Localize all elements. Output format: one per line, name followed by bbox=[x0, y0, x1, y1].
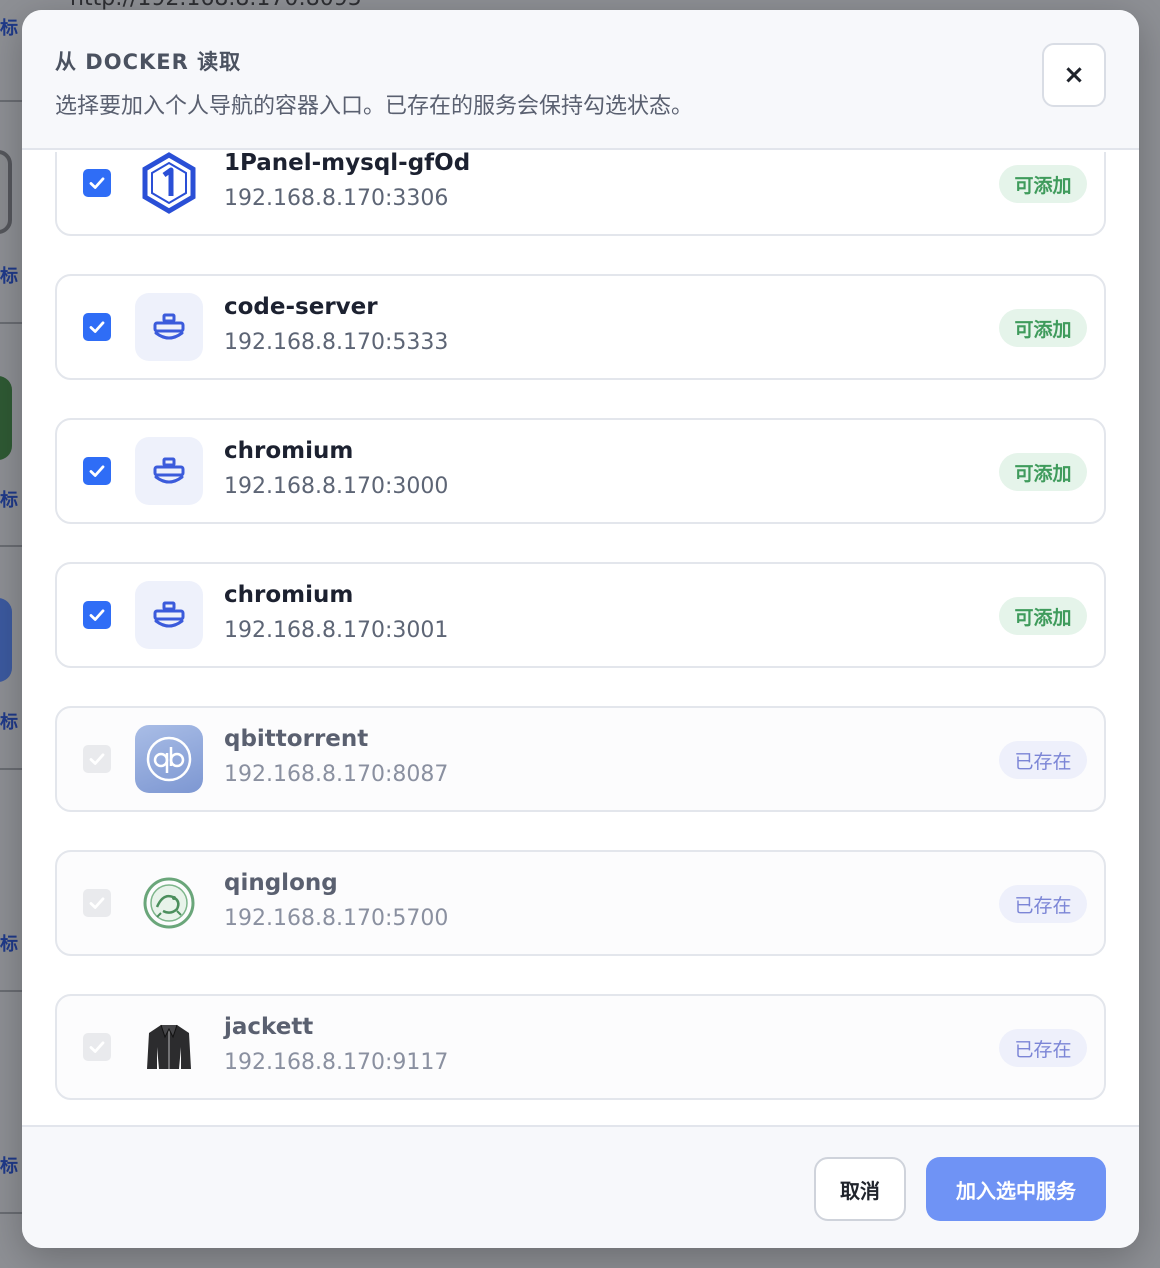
background-card bbox=[0, 598, 12, 682]
background-divider bbox=[0, 990, 22, 992]
background-divider bbox=[0, 322, 22, 324]
dialog-footer: 取消 加入选中服务 bbox=[22, 1125, 1139, 1248]
close-icon: × bbox=[1063, 60, 1085, 90]
list-item[interactable]: code-server 192.168.8.170:5333 可添加 bbox=[55, 274, 1106, 380]
background-divider bbox=[0, 545, 22, 547]
qbittorrent-logo-icon bbox=[135, 725, 203, 793]
item-address: 192.168.8.170:3000 bbox=[224, 474, 449, 499]
background-label: 标 bbox=[0, 712, 18, 733]
background-card bbox=[0, 376, 12, 460]
background-card bbox=[0, 150, 12, 234]
checkmark-icon bbox=[89, 177, 105, 189]
background-label: 标 bbox=[0, 266, 18, 287]
container-list[interactable]: 1Panel-mysql-gfOd 192.168.8.170:3306 可添加… bbox=[22, 152, 1139, 1125]
checkmark-icon bbox=[89, 609, 105, 621]
item-checkbox-disabled bbox=[83, 745, 111, 773]
item-checkbox-disabled bbox=[83, 889, 111, 917]
background-label: 标 bbox=[0, 1156, 18, 1177]
list-item: qbittorrent 192.168.8.170:8087 已存在 bbox=[55, 706, 1106, 812]
item-name: chromium bbox=[224, 582, 354, 608]
qinglong-dragon-icon bbox=[135, 869, 203, 937]
list-item[interactable]: chromium 192.168.8.170:3001 可添加 bbox=[55, 562, 1106, 668]
status-badge: 已存在 bbox=[999, 885, 1087, 923]
background-divider bbox=[0, 768, 22, 770]
checkmark-icon bbox=[89, 465, 105, 477]
item-address: 192.168.8.170:5700 bbox=[224, 906, 449, 931]
status-badge: 可添加 bbox=[999, 165, 1087, 203]
docker-whale-icon bbox=[135, 581, 203, 649]
status-badge: 已存在 bbox=[999, 741, 1087, 779]
docker-whale-icon bbox=[135, 437, 203, 505]
docker-whale-icon bbox=[135, 293, 203, 361]
checkmark-icon bbox=[89, 1041, 105, 1053]
item-name: qbittorrent bbox=[224, 726, 369, 752]
status-badge: 可添加 bbox=[999, 453, 1087, 491]
list-item[interactable]: 1Panel-mysql-gfOd 192.168.8.170:3306 可添加 bbox=[55, 152, 1106, 236]
docker-import-dialog: 从 DOCKER 读取 选择要加入个人导航的容器入口。已存在的服务会保持勾选状态… bbox=[22, 10, 1139, 1248]
item-address: 192.168.8.170:3001 bbox=[224, 618, 449, 643]
close-button[interactable]: × bbox=[1042, 43, 1106, 107]
cancel-button[interactable]: 取消 bbox=[814, 1157, 906, 1221]
dialog-header: 从 DOCKER 读取 选择要加入个人导航的容器入口。已存在的服务会保持勾选状态… bbox=[22, 10, 1139, 150]
item-checkbox[interactable] bbox=[83, 457, 111, 485]
list-item[interactable]: chromium 192.168.8.170:3000 可添加 bbox=[55, 418, 1106, 524]
background-label: 标 bbox=[0, 490, 18, 511]
background-divider bbox=[0, 100, 22, 102]
status-badge: 已存在 bbox=[999, 1029, 1087, 1067]
jackett-jacket-icon bbox=[135, 1013, 203, 1081]
item-address: 192.168.8.170:5333 bbox=[224, 330, 449, 355]
item-checkbox[interactable] bbox=[83, 313, 111, 341]
checkmark-icon bbox=[89, 321, 105, 333]
item-name: qinglong bbox=[224, 870, 338, 896]
item-address: 192.168.8.170:9117 bbox=[224, 1050, 449, 1075]
item-name: jackett bbox=[224, 1014, 314, 1040]
background-label: 标 bbox=[0, 934, 18, 955]
item-name: code-server bbox=[224, 294, 378, 320]
item-address: 192.168.8.170:3306 bbox=[224, 186, 449, 211]
dialog-title: 从 DOCKER 读取 bbox=[55, 50, 242, 74]
checkmark-icon bbox=[89, 753, 105, 765]
item-checkbox[interactable] bbox=[83, 169, 111, 197]
list-item: jackett 192.168.8.170:9117 已存在 bbox=[55, 994, 1106, 1100]
list-item: qinglong 192.168.8.170:5700 已存在 bbox=[55, 850, 1106, 956]
status-badge: 可添加 bbox=[999, 309, 1087, 347]
status-badge: 可添加 bbox=[999, 597, 1087, 635]
1panel-logo-icon bbox=[135, 152, 203, 217]
background-label: 标 bbox=[0, 18, 18, 39]
item-checkbox-disabled bbox=[83, 1033, 111, 1061]
item-checkbox[interactable] bbox=[83, 601, 111, 629]
item-address: 192.168.8.170:8087 bbox=[224, 762, 449, 787]
add-selected-button[interactable]: 加入选中服务 bbox=[926, 1157, 1106, 1221]
dialog-subtitle: 选择要加入个人导航的容器入口。已存在的服务会保持勾选状态。 bbox=[55, 94, 694, 119]
checkmark-icon bbox=[89, 897, 105, 909]
item-name: chromium bbox=[224, 438, 354, 464]
background-divider bbox=[0, 1212, 22, 1214]
item-name: 1Panel-mysql-gfOd bbox=[224, 152, 471, 176]
